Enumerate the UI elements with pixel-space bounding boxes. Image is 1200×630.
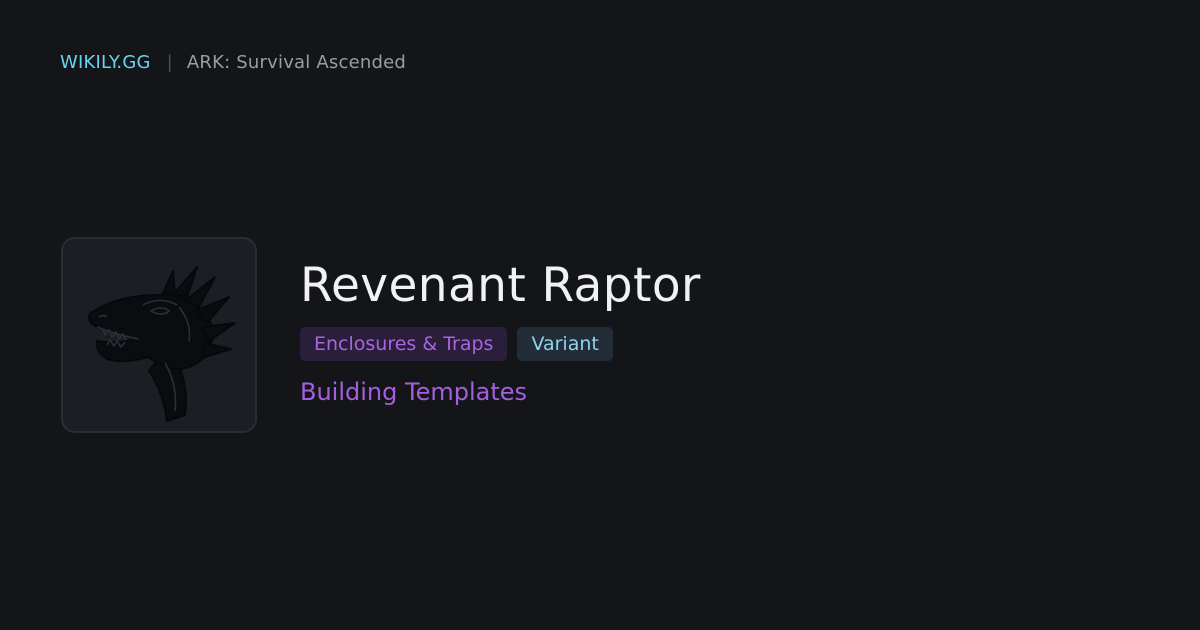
item-subtitle[interactable]: Building Templates [300, 378, 527, 406]
site-brand-link[interactable]: WIKILY.GG [60, 52, 151, 73]
game-name-link[interactable]: ARK: Survival Ascended [187, 52, 406, 73]
header-separator: | [166, 51, 173, 73]
og-card: WIKILY.GG | ARK: Survival Ascended Reven… [0, 0, 1200, 630]
header-bar: WIKILY.GG | ARK: Survival Ascended [60, 49, 406, 75]
item-icon-frame [61, 237, 257, 433]
tag-list: Enclosures & Traps Variant [300, 327, 613, 361]
variant-tag[interactable]: Variant [517, 327, 613, 361]
raptor-head-icon [88, 266, 236, 422]
category-tag[interactable]: Enclosures & Traps [300, 327, 508, 361]
item-title: Revenant Raptor [300, 258, 701, 313]
